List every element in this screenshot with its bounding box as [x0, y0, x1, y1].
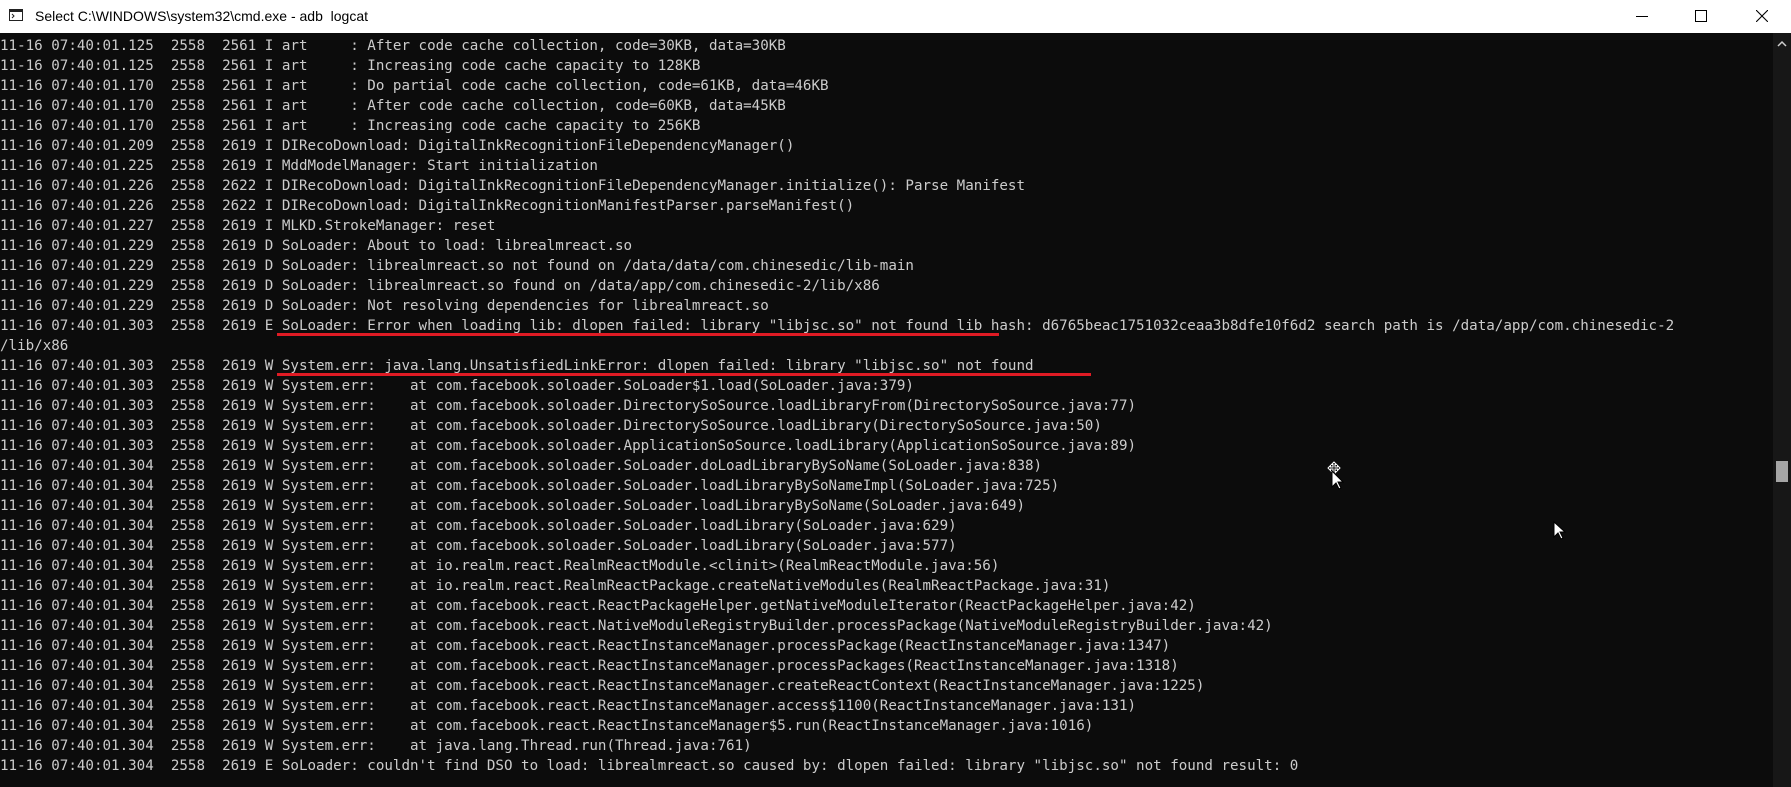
log-line: 11-16 07:40:01.170 2558 2561 I art : Aft…	[0, 98, 786, 114]
log-line: 11-16 07:40:01.304 2558 2619 W System.er…	[0, 658, 1179, 674]
maximize-icon	[1695, 10, 1707, 22]
title-bar[interactable]: Select C:\WINDOWS\system32\cmd.exe - adb…	[0, 0, 1791, 33]
log-line: 11-16 07:40:01.304 2558 2619 W System.er…	[0, 638, 1171, 654]
close-button[interactable]	[1733, 0, 1791, 33]
log-line: 11-16 07:40:01.229 2558 2619 D SoLoader:…	[0, 278, 880, 294]
window-title: Select C:\WINDOWS\system32\cmd.exe - adb…	[35, 8, 368, 24]
log-line: 11-16 07:40:01.303 2558 2619 W System.er…	[0, 418, 1102, 434]
log-line: 11-16 07:40:01.304 2558 2619 W System.er…	[0, 538, 957, 554]
log-line: 11-16 07:40:01.304 2558 2619 W System.er…	[0, 498, 1025, 514]
log-line: 11-16 07:40:01.304 2558 2619 W System.er…	[0, 738, 752, 754]
log-line: 11-16 07:40:01.229 2558 2619 D SoLoader:…	[0, 238, 633, 254]
maximize-button[interactable]	[1672, 0, 1730, 33]
scrollbar-thumb[interactable]	[1776, 461, 1788, 482]
log-line: 11-16 07:40:01.304 2558 2619 W System.er…	[0, 618, 1273, 634]
mouse-pointer-icon	[1553, 521, 1567, 540]
cmd-icon	[9, 9, 23, 21]
log-line: 11-16 07:40:01.227 2558 2619 I MLKD.Stro…	[0, 218, 496, 234]
minimize-icon	[1636, 16, 1648, 17]
scroll-up-arrow-icon[interactable]	[1777, 40, 1787, 47]
log-line: 11-16 07:40:01.304 2558 2619 W System.er…	[0, 458, 1043, 474]
log-line: 11-16 07:40:01.303 2558 2619 W System.er…	[0, 438, 1137, 454]
log-line: 11-16 07:40:01.304 2558 2619 W System.er…	[0, 678, 1205, 694]
close-icon	[1756, 10, 1768, 22]
log-line: 11-16 07:40:01.229 2558 2619 D SoLoader:…	[0, 258, 914, 274]
log-line: 11-16 07:40:01.304 2558 2619 E SoLoader:…	[0, 758, 1299, 774]
log-line: 11-16 07:40:01.170 2558 2561 I art : Inc…	[0, 118, 701, 134]
minimize-button[interactable]	[1613, 0, 1671, 33]
log-line: 11-16 07:40:01.304 2558 2619 W System.er…	[0, 718, 1094, 734]
log-line: 11-16 07:40:01.225 2558 2619 I MddModelM…	[0, 158, 598, 174]
log-line: /lib/x86	[0, 338, 69, 354]
log-line: 11-16 07:40:01.226 2558 2622 I DIRecoDow…	[0, 178, 1025, 194]
log-line: 11-16 07:40:01.304 2558 2619 W System.er…	[0, 558, 1000, 574]
log-line: 11-16 07:40:01.304 2558 2619 W System.er…	[0, 698, 1137, 714]
log-line: 11-16 07:40:01.170 2558 2561 I art : Do …	[0, 78, 829, 94]
log-line: 11-16 07:40:01.303 2558 2619 W System.er…	[0, 398, 1137, 414]
log-line: 11-16 07:40:01.304 2558 2619 W System.er…	[0, 518, 957, 534]
log-line: 11-16 07:40:01.304 2558 2619 W System.er…	[0, 598, 1196, 614]
log-line: 11-16 07:40:01.125 2558 2561 I art : Inc…	[0, 58, 701, 74]
error-underline	[277, 373, 1091, 376]
log-line: 11-16 07:40:01.226 2558 2622 I DIRecoDow…	[0, 198, 855, 214]
log-line: 11-16 07:40:01.125 2558 2561 I art : Aft…	[0, 38, 786, 54]
log-line: 11-16 07:40:01.209 2558 2619 I DIRecoDow…	[0, 138, 795, 154]
move-cursor-icon	[1327, 461, 1345, 490]
error-underline	[277, 333, 999, 336]
log-line: 11-16 07:40:01.303 2558 2619 W System.er…	[0, 378, 914, 394]
console-output[interactable]: 11-16 07:40:01.125 2558 2561 I art : Aft…	[0, 33, 1773, 787]
log-line: 11-16 07:40:01.229 2558 2619 D SoLoader:…	[0, 298, 769, 314]
vertical-scrollbar[interactable]	[1773, 33, 1791, 787]
log-line: 11-16 07:40:01.304 2558 2619 W System.er…	[0, 478, 1060, 494]
log-line: 11-16 07:40:01.304 2558 2619 W System.er…	[0, 578, 1111, 594]
